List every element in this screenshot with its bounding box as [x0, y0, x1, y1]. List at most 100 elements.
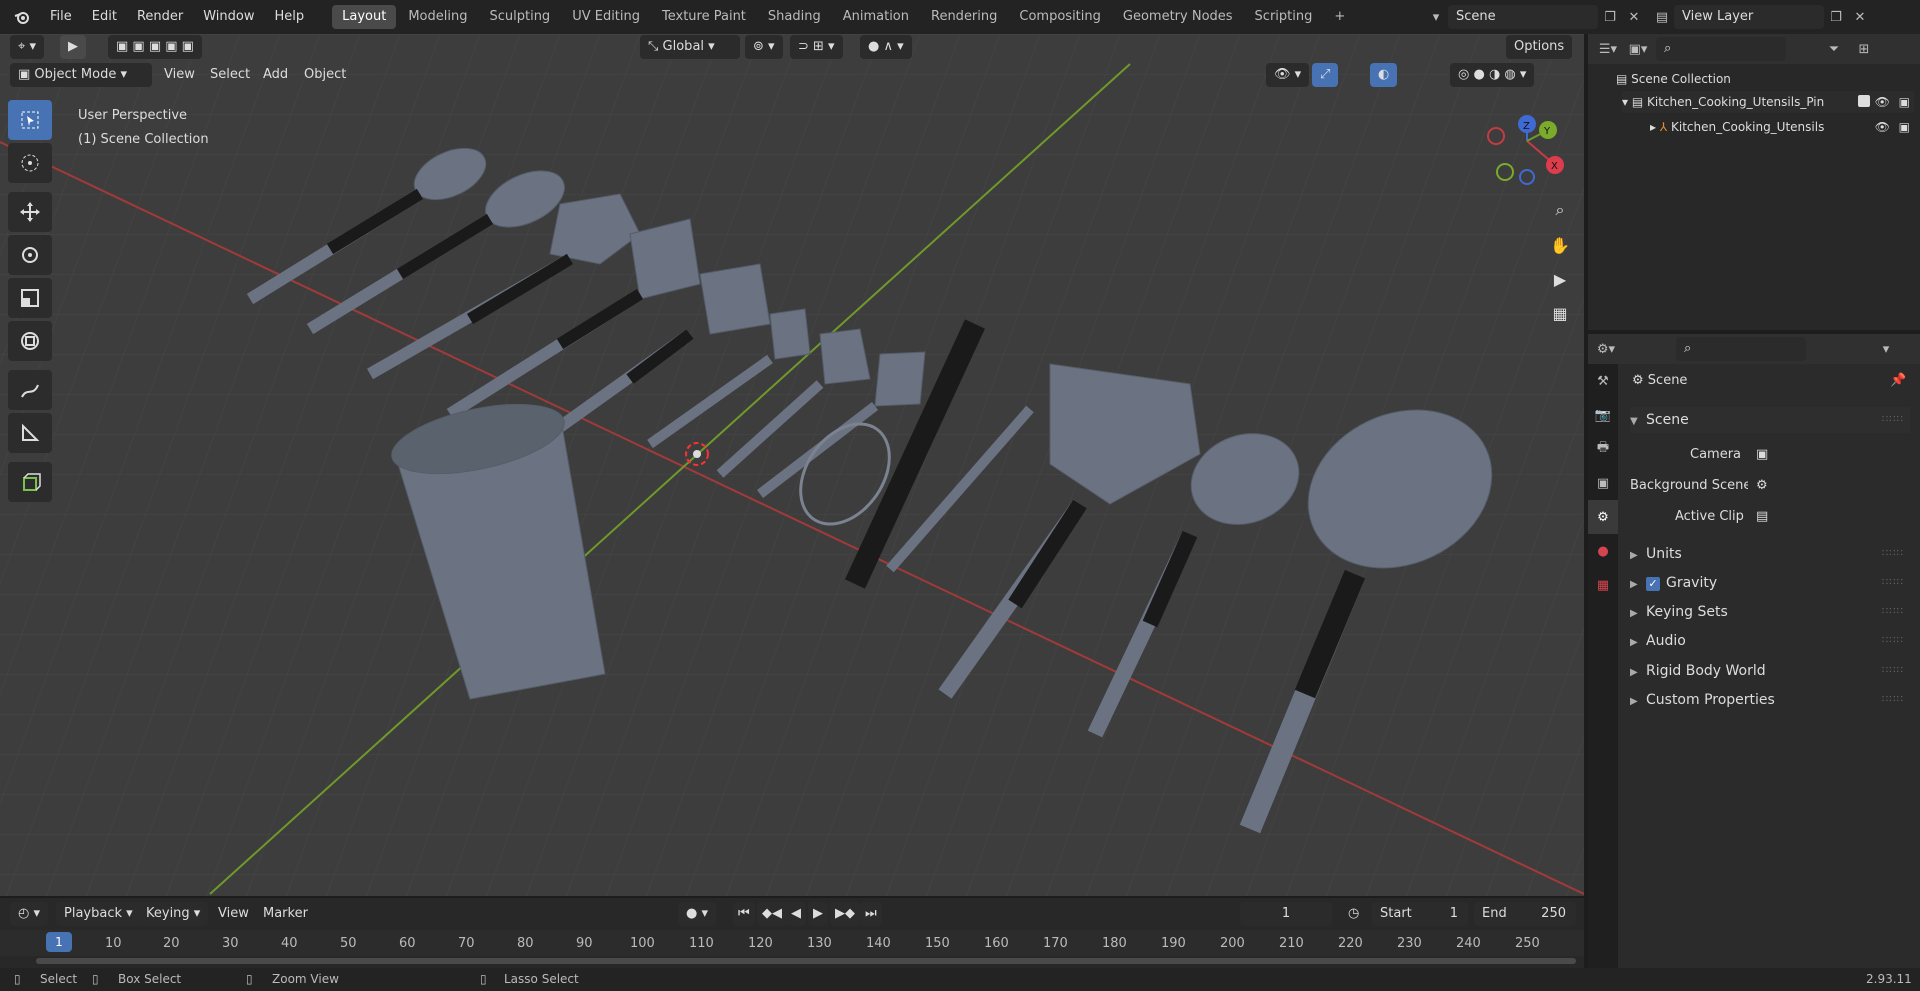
jump-keyframe-forward-button[interactable]: ▶◆	[830, 902, 860, 926]
outliner-row-object[interactable]: ▸ ⅄ Kitchen_Cooking_Utensils 👁 ▣	[1650, 116, 1914, 138]
panel-scene[interactable]: ▼ Scene ∷∷∷	[1630, 407, 1910, 433]
gizmo-toggle-button[interactable]: ⤢	[1312, 63, 1339, 87]
visibility-toggle-button[interactable]: 👁 ▾	[1266, 63, 1310, 87]
selection-modes[interactable]: ▣ ▣ ▣ ▣ ▣	[108, 35, 202, 59]
menu-marker[interactable]: Marker	[255, 902, 316, 926]
visibility-eye-icon[interactable]: 👁	[1875, 91, 1890, 113]
blender-logo-icon[interactable]	[10, 5, 34, 29]
filter-icon[interactable]: ⏷	[1822, 37, 1846, 61]
exclude-checkbox[interactable]	[1858, 95, 1870, 107]
play-reverse-button[interactable]: ◀	[786, 902, 806, 926]
outliner-row-collection[interactable]: ▾ ▤ Kitchen_Cooking_Utensils_Pin 👁 ▣	[1622, 91, 1914, 113]
output-tab-icon[interactable]: 🖶	[1588, 432, 1618, 466]
select-mode-button[interactable]: ▶	[60, 35, 86, 59]
jump-end-button[interactable]: ⏭	[860, 902, 882, 926]
overlay-toggle-button[interactable]: ◐	[1370, 63, 1398, 87]
add-cube-tool-icon[interactable]	[8, 462, 52, 502]
rotate-tool-icon[interactable]	[8, 235, 52, 275]
tab-uv-editing[interactable]: UV Editing	[562, 5, 650, 29]
delete-view-layer-icon[interactable]: ✕	[1848, 5, 1872, 29]
properties-editor-type-icon[interactable]: ⚙▾	[1594, 337, 1618, 361]
panel-rigid-body-world[interactable]: ▶ Rigid Body World ∷∷∷	[1630, 658, 1910, 684]
panel-gravity[interactable]: ▶ ✓ Gravity ∷∷∷	[1630, 570, 1910, 596]
cursor-tool-icon[interactable]	[8, 143, 52, 183]
view-layer-field[interactable]: View Layer	[1674, 5, 1824, 29]
annotate-tool-icon[interactable]	[8, 370, 52, 410]
menu-select[interactable]: Select	[202, 63, 258, 87]
menu-file[interactable]: File	[40, 0, 82, 34]
delete-scene-icon[interactable]: ✕	[1622, 5, 1646, 29]
active-clip-field[interactable]: ▤	[1748, 505, 1910, 529]
panel-keying-sets[interactable]: ▶ Keying Sets ∷∷∷	[1630, 599, 1910, 625]
timeline-editor-type-icon[interactable]: ◴ ▾	[10, 902, 49, 926]
transform-tool-icon[interactable]	[8, 321, 52, 361]
start-frame-field[interactable]: Start 1	[1372, 902, 1468, 926]
menu-playback[interactable]: Playback ▾	[56, 902, 141, 926]
tab-shading[interactable]: Shading	[758, 5, 831, 29]
scene-field[interactable]: Scene	[1448, 5, 1598, 29]
move-tool-icon[interactable]	[8, 192, 52, 232]
texture-tab-icon[interactable]: ▦	[1588, 568, 1618, 602]
panel-units[interactable]: ▶ Units ∷∷∷	[1630, 541, 1910, 567]
tool-tab-icon[interactable]: ⚒	[1588, 364, 1618, 398]
object-mode-select[interactable]: ▣ Object Mode ▾	[10, 63, 152, 87]
proportional-edit-button[interactable]: ● ∧ ▾	[860, 35, 912, 59]
render-camera-icon[interactable]: ▣	[1899, 91, 1910, 113]
gravity-checkbox[interactable]: ✓	[1646, 577, 1660, 591]
menu-keying[interactable]: Keying ▾	[138, 902, 209, 926]
end-frame-field[interactable]: End 250	[1474, 902, 1576, 926]
jump-keyframe-back-button[interactable]: ◆◀	[757, 902, 787, 926]
measure-tool-icon[interactable]	[8, 413, 52, 453]
pin-icon[interactable]: 📌	[1890, 373, 1906, 388]
tab-texture-paint[interactable]: Texture Paint	[652, 5, 756, 29]
menu-render[interactable]: Render	[127, 0, 193, 34]
playhead[interactable]: 1	[46, 932, 72, 952]
play-button[interactable]: ▶	[808, 902, 828, 926]
scale-tool-icon[interactable]	[8, 278, 52, 318]
tab-animation[interactable]: Animation	[833, 5, 919, 29]
scene-selector-icon[interactable]: ▾	[1424, 5, 1448, 29]
tab-rendering[interactable]: Rendering	[921, 5, 1007, 29]
menu-timeline-view[interactable]: View	[210, 902, 257, 926]
auto-keying-button[interactable]: ● ▾	[678, 902, 717, 926]
properties-search-input[interactable]: ⌕	[1676, 337, 1806, 361]
tab-layout[interactable]: Layout	[332, 5, 397, 29]
current-frame-field[interactable]: 1	[1240, 902, 1332, 926]
menu-add[interactable]: Add	[255, 63, 296, 87]
ortho-toggle-icon[interactable]: ▦	[1546, 304, 1574, 332]
background-scene-field[interactable]: ⚙	[1748, 474, 1910, 498]
view-layer-selector-icon[interactable]: ▤	[1650, 5, 1674, 29]
render-tab-icon[interactable]: 📷	[1588, 398, 1618, 432]
outliner-editor-type-icon[interactable]: ☰▾	[1596, 37, 1620, 61]
outliner-search-input[interactable]: ⌕	[1656, 37, 1786, 61]
jump-start-button[interactable]: ⏮	[733, 902, 755, 926]
menu-edit[interactable]: Edit	[82, 0, 127, 34]
tab-compositing[interactable]: Compositing	[1009, 5, 1111, 29]
shading-modes[interactable]: ◎ ● ◑ ◍ ▾	[1450, 63, 1535, 87]
camera-field[interactable]: ▣	[1748, 443, 1910, 467]
new-collection-icon[interactable]: ⊞	[1852, 37, 1876, 61]
outliner-row-scene-collection[interactable]: ▤ Scene Collection	[1616, 68, 1731, 90]
zoom-view-icon[interactable]: ⌕	[1546, 200, 1574, 228]
pivot-point-button[interactable]: ⊚ ▾	[745, 35, 783, 59]
panel-audio[interactable]: ▶ Audio ∷∷∷	[1630, 628, 1910, 654]
panel-custom-properties[interactable]: ▶ Custom Properties ∷∷∷	[1630, 687, 1910, 713]
tab-geometry-nodes[interactable]: Geometry Nodes	[1113, 5, 1243, 29]
menu-window[interactable]: Window	[193, 0, 264, 34]
tab-scripting[interactable]: Scripting	[1245, 5, 1323, 29]
camera-view-icon[interactable]: ▶	[1546, 270, 1574, 298]
display-mode-icon[interactable]: ▣▾	[1626, 37, 1650, 61]
pan-view-icon[interactable]: ✋	[1546, 236, 1574, 264]
world-tab-icon[interactable]: ●	[1588, 534, 1618, 568]
viewport-canvas[interactable]: Z X Y	[0, 34, 1584, 896]
tab-sculpting[interactable]: Sculpting	[479, 5, 560, 29]
add-workspace-button[interactable]: +	[1324, 5, 1355, 29]
editor-type-button[interactable]: ⌖ ▾	[10, 35, 44, 59]
object-visibility-eye-icon[interactable]: 👁	[1875, 116, 1890, 138]
view-layer-tab-icon[interactable]: ▣	[1588, 466, 1618, 500]
menu-object[interactable]: Object	[296, 63, 354, 87]
preview-range-icon[interactable]: ◷	[1340, 902, 1367, 926]
object-render-camera-icon[interactable]: ▣	[1899, 116, 1910, 138]
menu-view[interactable]: View	[156, 63, 203, 87]
new-view-layer-icon[interactable]: ❐	[1824, 5, 1848, 29]
